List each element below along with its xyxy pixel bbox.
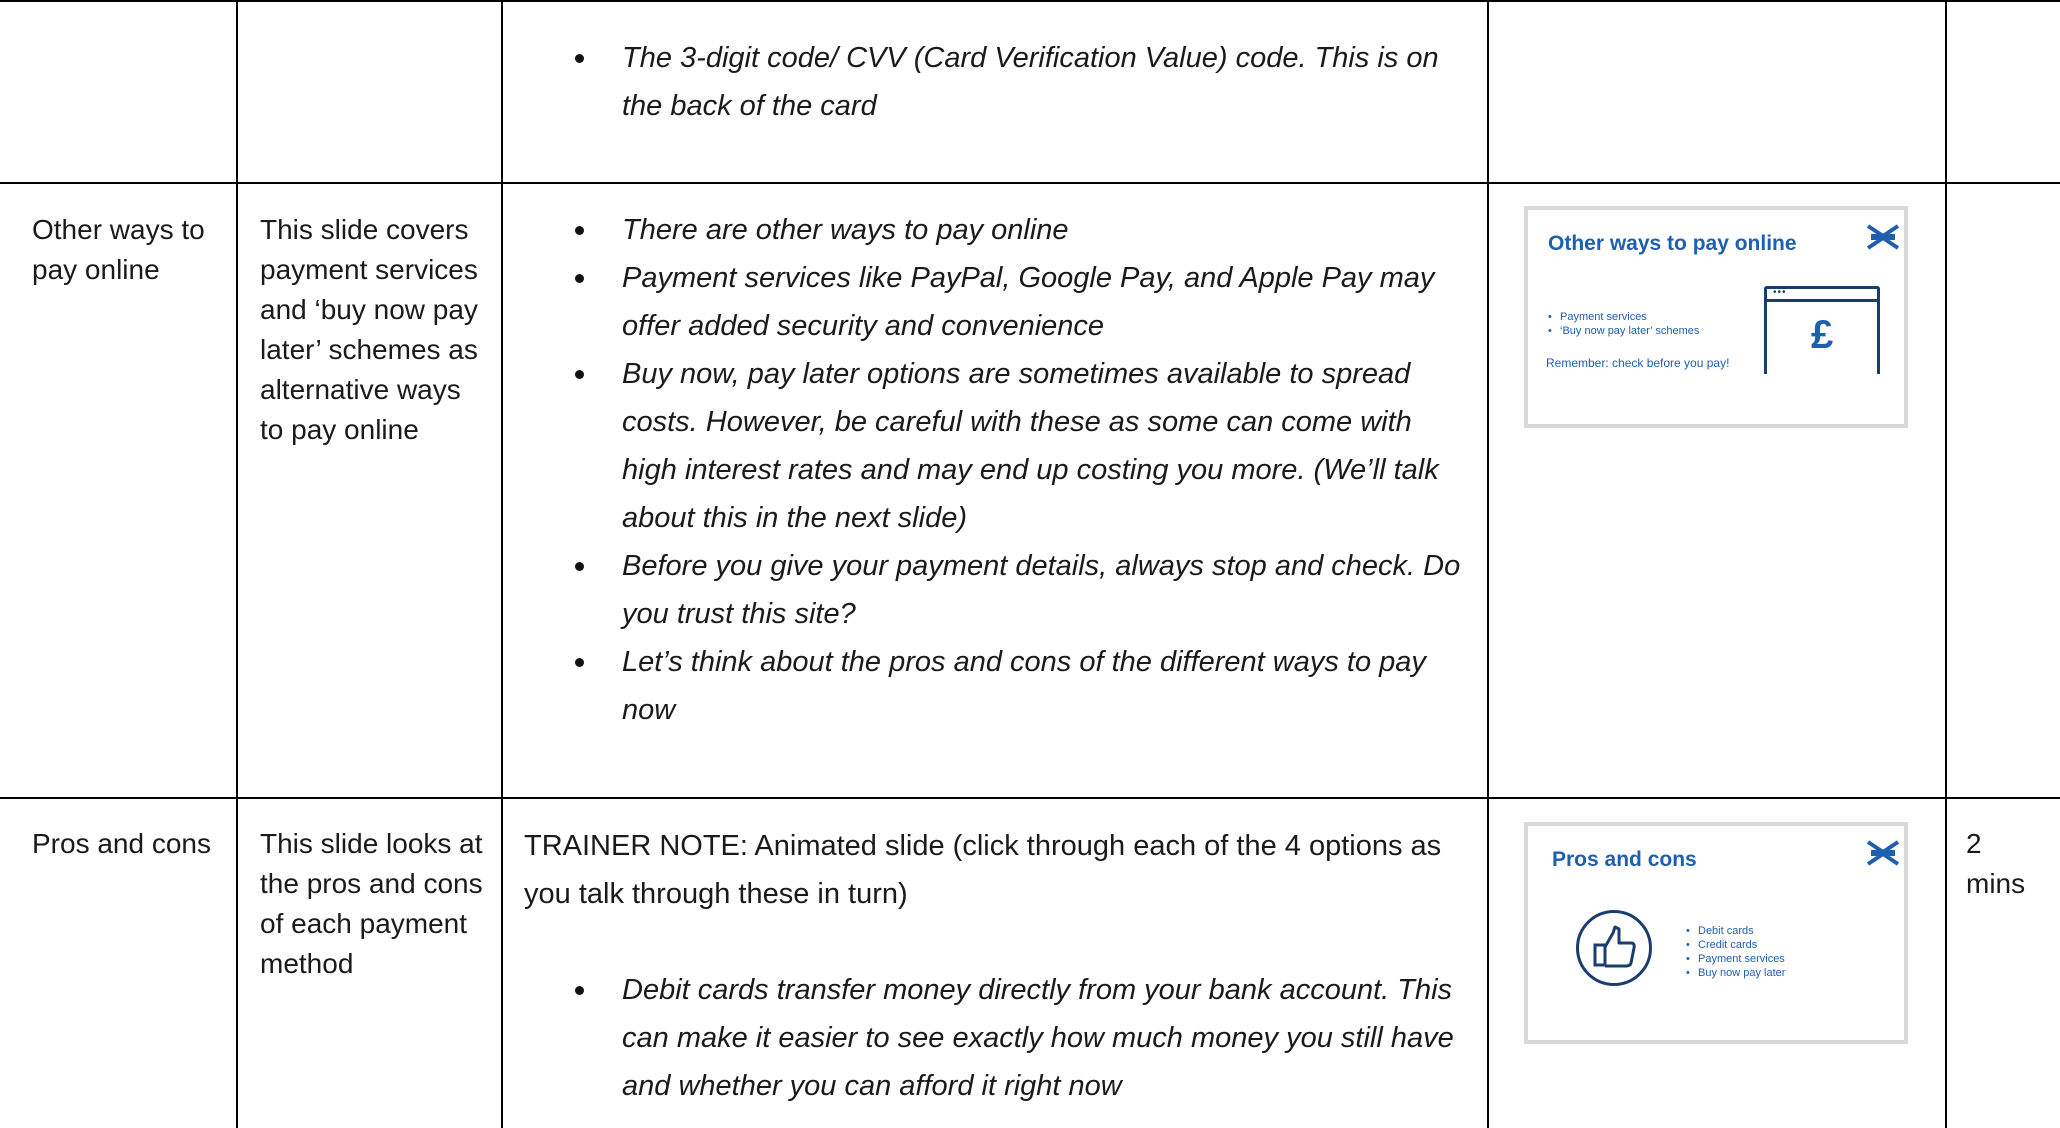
slide-thumbnail-pros-cons: Pros and cons Debit cards Credit cards P… [1524,822,1908,1044]
slide-bullet: Buy now pay later [1684,966,1785,980]
trainer-notes-list: There are other ways to pay online Payme… [502,206,1472,734]
list-item: The 3-digit code/ CVV (Card Verification… [502,34,1462,130]
slide-bullet: Payment services [1546,310,1699,324]
slide-bullet-list: Payment services ‘Buy now pay later’ sch… [1546,310,1699,338]
column-divider [1945,0,1947,1128]
slide-bullet: Debit cards [1684,924,1785,938]
column-divider [1487,0,1489,1128]
row-divider [0,182,2060,184]
thumbs-up-icon [1576,910,1652,986]
trainer-note: TRAINER NOTE: Animated slide (click thro… [524,830,1442,910]
list-item: Buy now, pay later options are sometimes… [502,350,1472,542]
browser-pound-icon: ••• £ [1764,286,1880,374]
duration-cell: 2 mins [1966,828,2026,899]
slide-title: Other ways to pay online [1548,232,1797,255]
pound-icon: £ [1811,313,1834,357]
browser-toolbar-icon [1767,299,1877,302]
slide-bullet: ‘Buy now pay later’ schemes [1546,324,1699,338]
topic-cell: Pros and cons [32,828,211,859]
summary-cell: This slide covers payment services and ‘… [260,214,478,445]
list-item: Payment services like PayPal, Google Pay… [502,254,1472,350]
browser-dots-icon: ••• [1773,287,1787,298]
list-item: There are other ways to pay online [502,206,1472,254]
slide-thumbnail-other-ways: Other ways to pay online Payment service… [1524,206,1908,428]
slide-bullet-list: Debit cards Credit cards Payment service… [1684,924,1785,980]
lesson-plan-table: The 3-digit code/ CVV (Card Verification… [0,0,2060,1128]
summary-cell: This slide looks at the pros and cons of… [260,828,483,979]
slide-title: Pros and cons [1552,848,1697,871]
list-item: Debit cards transfer money directly from… [502,966,1462,1110]
table-top-border [0,0,2060,2]
column-divider [236,0,238,1128]
slide-bullet: Credit cards [1684,938,1785,952]
list-item: Let’s think about the pros and cons of t… [502,638,1472,734]
list-item: Before you give your payment details, al… [502,542,1472,638]
row-divider [0,797,2060,799]
halifax-logo-icon [1866,840,1900,866]
trainer-notes-list: The 3-digit code/ CVV (Card Verification… [502,34,1462,130]
trainer-notes-list: Debit cards transfer money directly from… [502,966,1462,1110]
slide-bullet: Payment services [1684,952,1785,966]
slide-reminder: Remember: check before you pay! [1546,356,1730,370]
topic-cell: Other ways to pay online [32,214,205,285]
halifax-logo-icon [1866,224,1900,250]
